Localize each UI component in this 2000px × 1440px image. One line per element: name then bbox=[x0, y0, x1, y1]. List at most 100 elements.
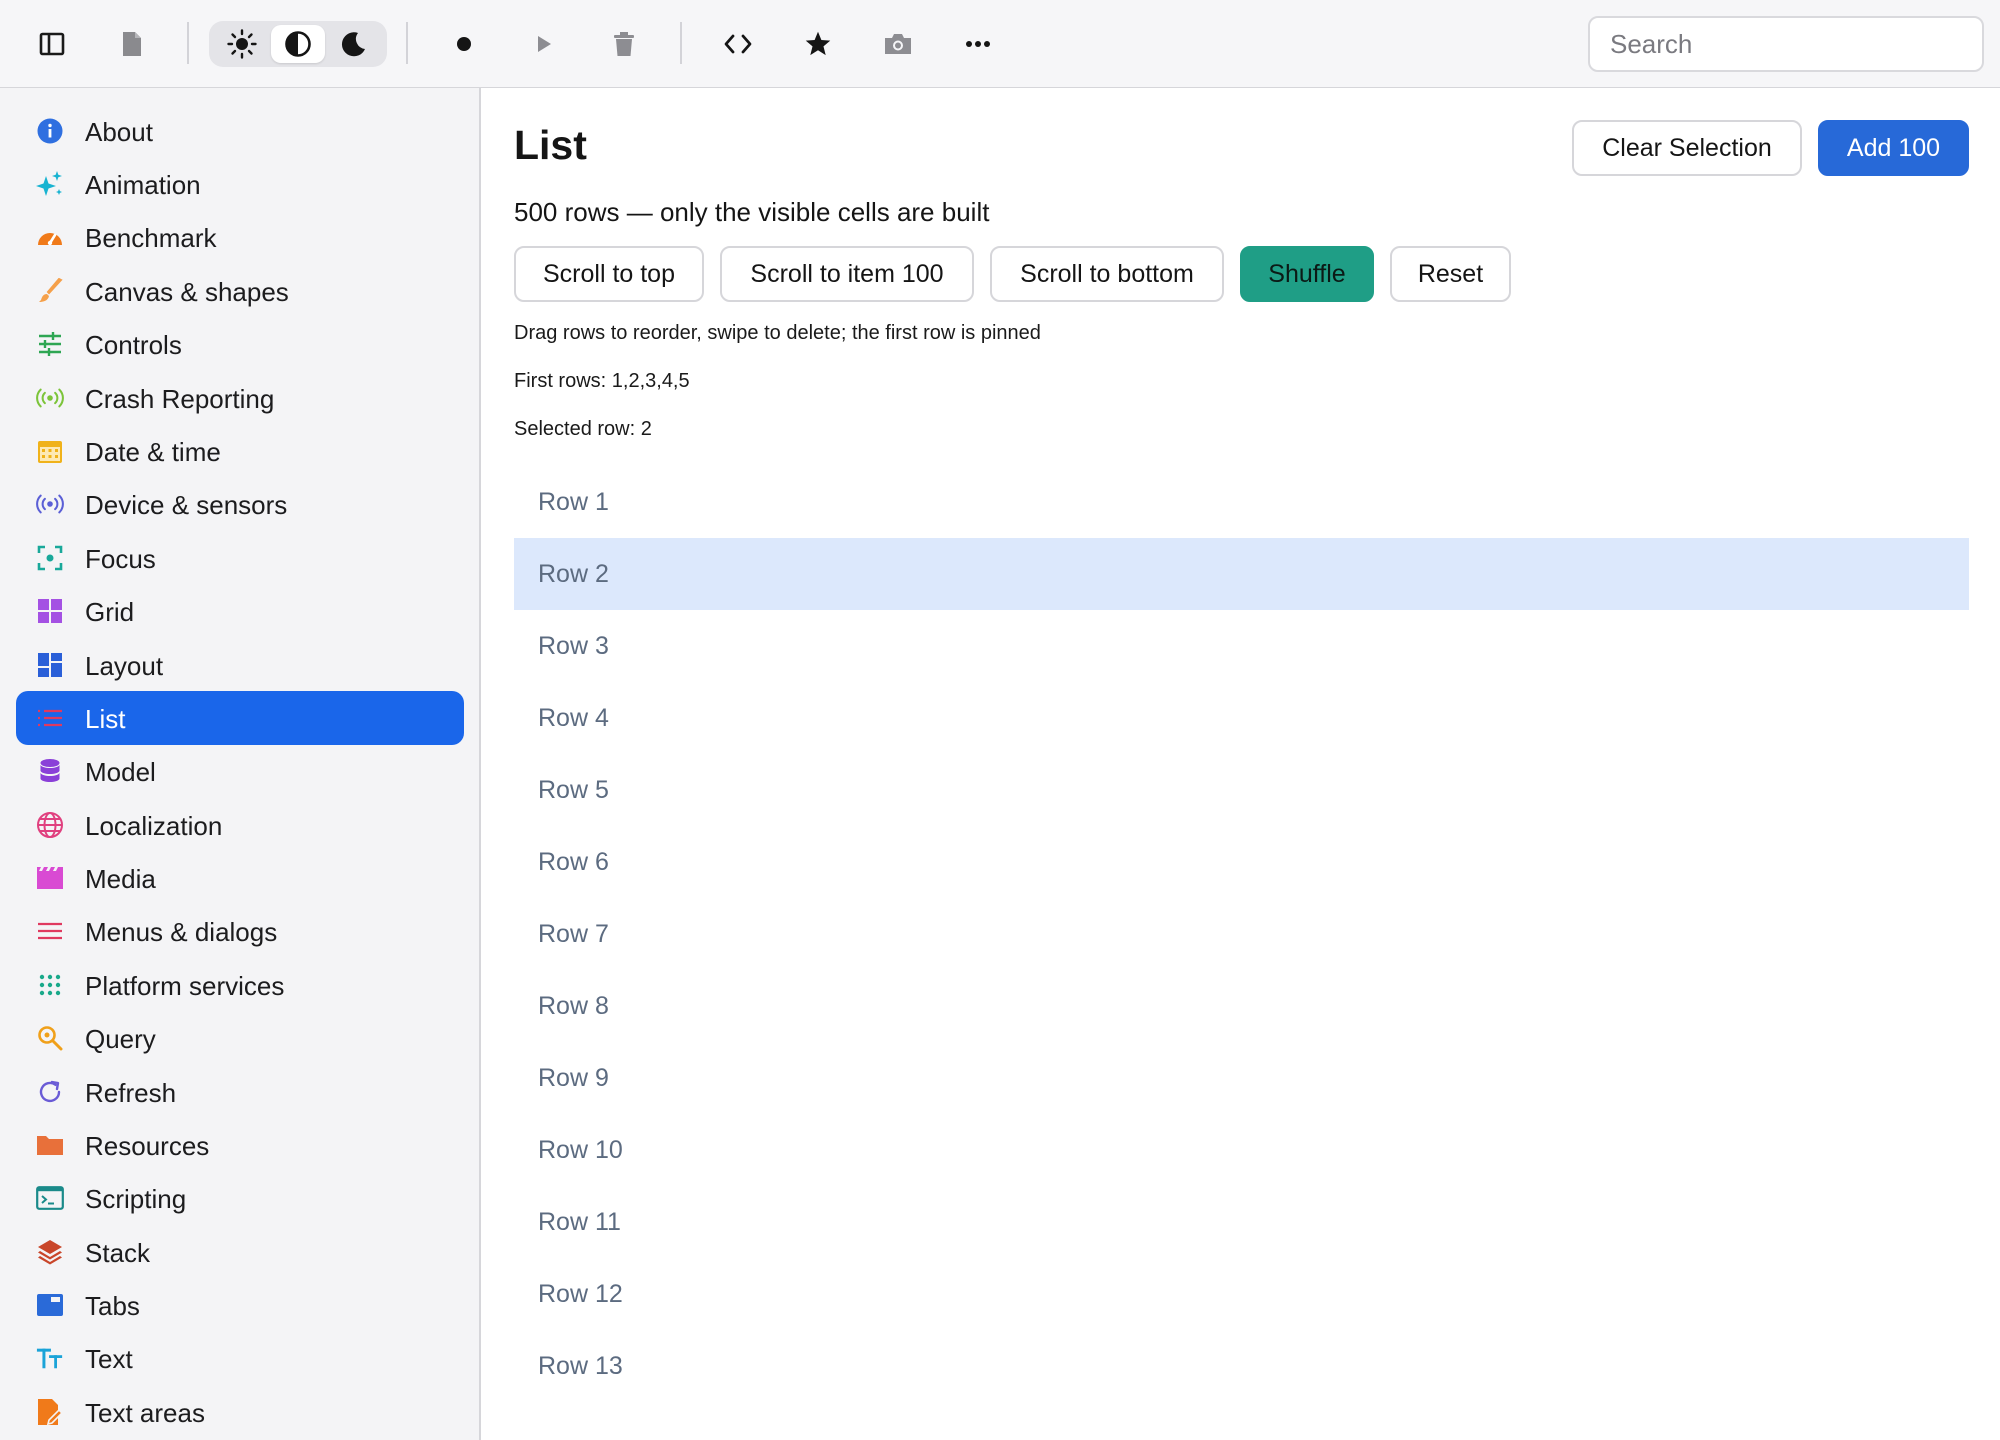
sidebar-item-media[interactable]: Media bbox=[16, 851, 464, 905]
sidebar-item-localization[interactable]: Localization bbox=[16, 798, 464, 852]
sidebar-item-grid[interactable]: Grid bbox=[16, 584, 464, 638]
row-label: Row 1 bbox=[538, 487, 609, 516]
sidebar-item-platform-services[interactable]: Platform services bbox=[16, 958, 464, 1012]
sidebar-item-controls[interactable]: Controls bbox=[16, 317, 464, 371]
sidebar-item-list[interactable]: List bbox=[16, 691, 464, 745]
sidebar-item-tabs[interactable]: Tabs bbox=[16, 1278, 464, 1332]
tabs-icon bbox=[36, 1291, 64, 1319]
list-row[interactable]: Row 10 bbox=[514, 1114, 1969, 1186]
sidebar-item-focus[interactable]: Focus bbox=[16, 531, 464, 585]
sidebar-item-label: Text bbox=[85, 1344, 133, 1374]
sidebar: About Animation Benchmark Canvas & shape… bbox=[0, 88, 481, 1440]
sun-icon[interactable] bbox=[215, 25, 269, 63]
more-icon[interactable] bbox=[954, 20, 1002, 68]
sidebar-item-label: Device & sensors bbox=[85, 490, 288, 520]
refresh-icon bbox=[36, 1078, 64, 1106]
row-label: Row 2 bbox=[538, 559, 609, 588]
sidebar-item-label: Menus & dialogs bbox=[85, 917, 278, 947]
list-row[interactable]: Row 11 bbox=[514, 1186, 1969, 1258]
database-icon bbox=[36, 757, 64, 785]
sidebar-item-layout[interactable]: Layout bbox=[16, 638, 464, 692]
clear-selection-button[interactable]: Clear Selection bbox=[1572, 120, 1802, 176]
scroll-to-item-100-button[interactable]: Scroll to item 100 bbox=[720, 246, 974, 302]
list-row[interactable]: Row 7 bbox=[514, 898, 1969, 970]
sidebar-item-device-sensors[interactable]: Device & sensors bbox=[16, 477, 464, 531]
play-icon[interactable] bbox=[520, 20, 568, 68]
list-row[interactable]: Row 12 bbox=[514, 1258, 1969, 1330]
code-icon[interactable] bbox=[714, 20, 762, 68]
sidebar-item-benchmark[interactable]: Benchmark bbox=[16, 210, 464, 264]
shuffle-button[interactable]: Shuffle bbox=[1240, 246, 1374, 302]
add-100-button[interactable]: Add 100 bbox=[1818, 120, 1969, 176]
list-row[interactable]: Row 3 bbox=[514, 610, 1969, 682]
sidebar-item-canvas-shapes[interactable]: Canvas & shapes bbox=[16, 264, 464, 318]
sidebar-item-label: Layout bbox=[85, 651, 164, 681]
sidebar-item-label: Model bbox=[85, 757, 156, 787]
row-label: Row 11 bbox=[538, 1207, 621, 1236]
moon-icon[interactable] bbox=[327, 25, 381, 63]
list-row-selected[interactable]: Row 2 bbox=[514, 538, 1969, 610]
sidebar-item-menus-dialogs[interactable]: Menus & dialogs bbox=[16, 904, 464, 958]
sidebar-item-label: Resources bbox=[85, 1131, 210, 1161]
sidebar-item-about[interactable]: About bbox=[16, 104, 464, 158]
sidebar-item-animation[interactable]: Animation bbox=[16, 157, 464, 211]
list-icon bbox=[36, 704, 64, 732]
dots-grid-icon bbox=[36, 971, 64, 999]
hint-text: Drag rows to reorder, swipe to delete; t… bbox=[514, 322, 1041, 344]
sidebar-item-label: Scripting bbox=[85, 1184, 187, 1214]
sidebar-item-stack[interactable]: Stack bbox=[16, 1225, 464, 1279]
selected-row-text: Selected row: 2 bbox=[514, 418, 652, 440]
sidebar-item-scripting[interactable]: Scripting bbox=[16, 1171, 464, 1225]
sidebar-item-label: Platform services bbox=[85, 971, 285, 1001]
list-row[interactable]: Row 4 bbox=[514, 682, 1969, 754]
contrast-icon[interactable] bbox=[271, 25, 325, 63]
reset-button[interactable]: Reset bbox=[1390, 246, 1511, 302]
layout-icon bbox=[36, 651, 64, 679]
list-row[interactable]: Row 5 bbox=[514, 754, 1969, 826]
list-row[interactable]: Row 1 bbox=[514, 466, 1969, 538]
sparkles-icon bbox=[36, 170, 64, 198]
sensors-icon bbox=[36, 490, 64, 518]
row-label: Row 4 bbox=[538, 703, 609, 732]
sidebar-item-model[interactable]: Model bbox=[16, 744, 464, 798]
sidebar-item-label: About bbox=[85, 117, 153, 147]
sidebar-item-resources[interactable]: Resources bbox=[16, 1118, 464, 1172]
camera-icon[interactable] bbox=[874, 20, 922, 68]
sidebar-item-crash-reporting[interactable]: Crash Reporting bbox=[16, 371, 464, 425]
sidebar-item-label: Crash Reporting bbox=[85, 384, 275, 414]
globe-icon bbox=[36, 811, 64, 839]
record-icon[interactable] bbox=[440, 20, 488, 68]
sidebar-item-label: List bbox=[85, 704, 126, 734]
row-label: Row 10 bbox=[538, 1135, 623, 1164]
scroll-to-bottom-button[interactable]: Scroll to bottom bbox=[990, 246, 1224, 302]
list-row[interactable]: Row 13 bbox=[514, 1330, 1969, 1396]
row-label: Row 6 bbox=[538, 847, 609, 876]
document-icon[interactable] bbox=[108, 20, 156, 68]
sidebar-item-label: Benchmark bbox=[85, 223, 217, 253]
sidebar-item-text[interactable]: Text bbox=[16, 1331, 464, 1385]
toolbar bbox=[0, 0, 2000, 88]
scroll-to-top-button[interactable]: Scroll to top bbox=[514, 246, 704, 302]
subtitle: 500 rows — only the visible cells are bu… bbox=[514, 197, 990, 227]
list-row[interactable]: Row 9 bbox=[514, 1042, 1969, 1114]
grid-icon bbox=[36, 597, 64, 625]
sidebar-item-label: Refresh bbox=[85, 1078, 177, 1108]
row-label: Row 7 bbox=[538, 919, 609, 948]
text-icon bbox=[36, 1344, 64, 1372]
sidebar-item-refresh[interactable]: Refresh bbox=[16, 1065, 464, 1119]
row-label: Row 13 bbox=[538, 1351, 623, 1380]
trash-icon[interactable] bbox=[600, 20, 648, 68]
search-input[interactable] bbox=[1588, 16, 1984, 72]
sidebar-item-query[interactable]: Query bbox=[16, 1011, 464, 1065]
list-row[interactable]: Row 8 bbox=[514, 970, 1969, 1042]
row-label: Row 12 bbox=[538, 1279, 623, 1308]
row-label: Row 8 bbox=[538, 991, 609, 1020]
virtual-list[interactable]: Row 1 Row 2 Row 3 Row 4 Row 5 Row 6 Row … bbox=[514, 466, 1969, 1396]
sidebar-toggle-icon[interactable] bbox=[28, 20, 76, 68]
star-icon[interactable] bbox=[794, 20, 842, 68]
sidebar-item-label: Grid bbox=[85, 597, 135, 627]
sidebar-item-date-time[interactable]: Date & time bbox=[16, 424, 464, 478]
list-row[interactable]: Row 6 bbox=[514, 826, 1969, 898]
sidebar-item-text-areas[interactable]: Text areas bbox=[16, 1385, 464, 1439]
sidebar-item-label: Date & time bbox=[85, 437, 221, 467]
